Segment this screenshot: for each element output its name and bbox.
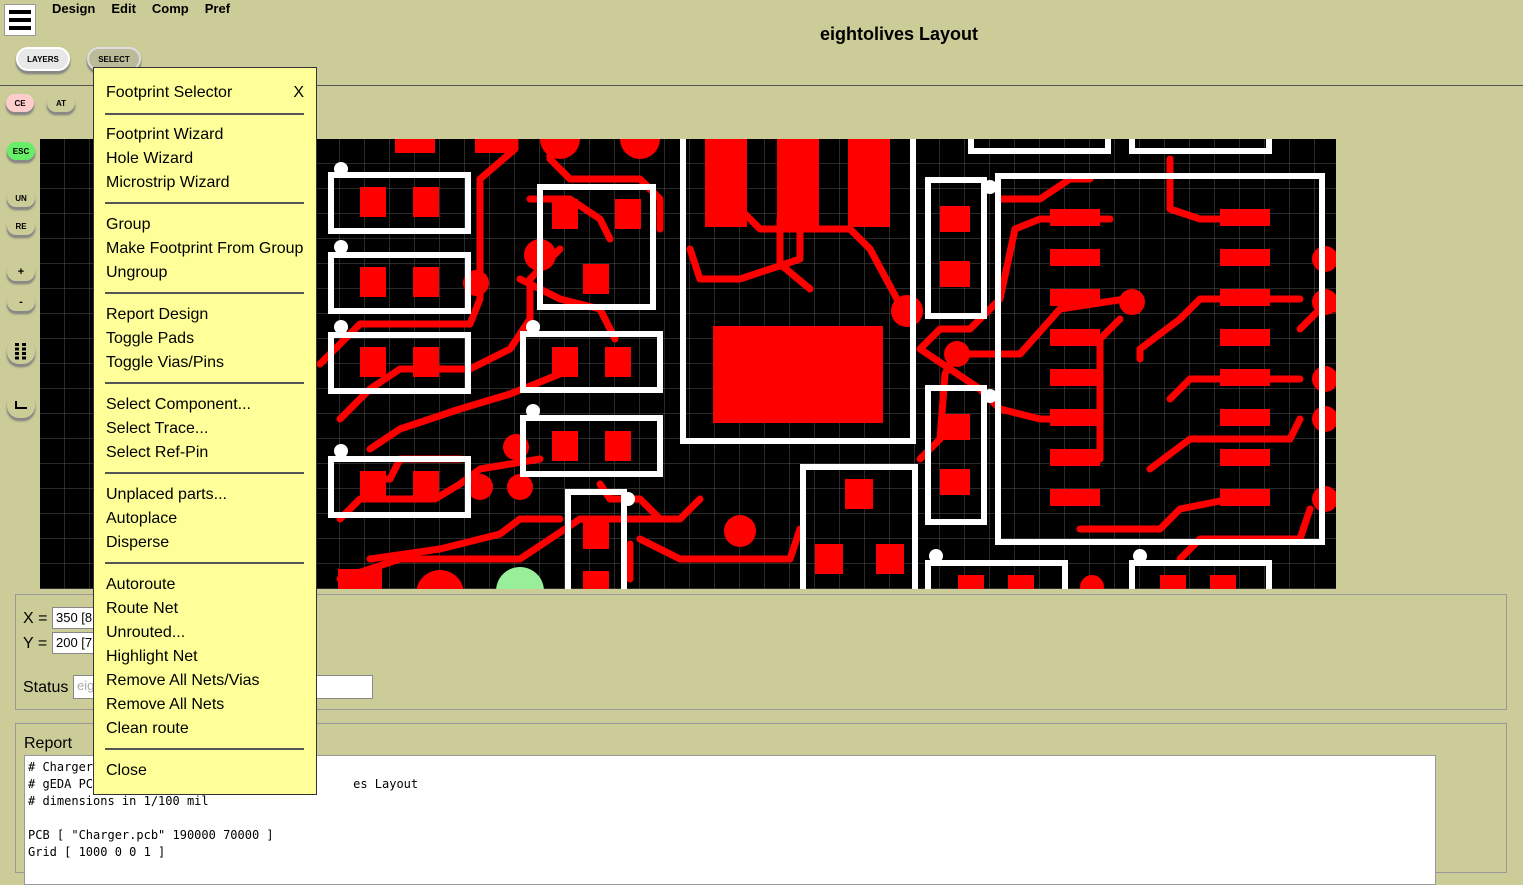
menu-edit[interactable]: Edit	[111, 1, 144, 16]
menu-item-clean-route[interactable]: Clean route	[106, 720, 189, 738]
menu-item-unrouted[interactable]: Unrouted...	[106, 624, 185, 642]
menu-separator	[105, 562, 304, 564]
menu-separator	[105, 113, 304, 115]
menu-item-microstrip-wizard[interactable]: Microstrip Wizard	[106, 174, 230, 192]
menu-design[interactable]: Design	[52, 1, 103, 16]
x-label: X =	[23, 610, 48, 627]
menu-item-select-trace[interactable]: Select Trace...	[106, 420, 208, 438]
corner-icon[interactable]	[7, 392, 35, 418]
undo-button[interactable]: UN	[7, 189, 35, 207]
grid-icon[interactable]	[7, 338, 35, 364]
zoom-in-button[interactable]: +	[7, 263, 35, 281]
menu-item-select-component[interactable]: Select Component...	[106, 396, 251, 414]
menu-item-close[interactable]: Close	[106, 762, 147, 780]
ce-button[interactable]: CE	[6, 94, 34, 112]
menu-item-disperse[interactable]: Disperse	[106, 534, 169, 552]
report-label: Report	[24, 735, 73, 752]
menu-item-footprint-wizard[interactable]: Footprint Wizard	[106, 126, 223, 144]
menu-item-ungroup[interactable]: Ungroup	[106, 264, 167, 282]
menu-item-toggle-vias-pins[interactable]: Toggle Vias/Pins	[106, 354, 224, 372]
menu-pref[interactable]: Pref	[205, 1, 238, 16]
menu-title: Footprint Selector	[106, 84, 233, 101]
report-line: Grid [ 1000 0 0 1 ]	[28, 845, 166, 859]
menu-separator	[105, 472, 304, 474]
redo-button[interactable]: RE	[7, 217, 35, 235]
menu-separator	[105, 202, 304, 204]
menu-item-group[interactable]: Group	[106, 216, 150, 234]
menu-close-button[interactable]: X	[293, 84, 304, 102]
at-button[interactable]: AT	[47, 94, 75, 112]
page-title: eightolives Layout	[819, 24, 979, 44]
menu-separator	[105, 292, 304, 294]
footprint-selector-menu: Footprint Selector X Footprint Wizard Ho…	[93, 67, 317, 795]
menu-item-autoroute[interactable]: Autoroute	[106, 576, 175, 594]
menubar: Design Edit Comp Pref	[52, 1, 246, 16]
y-label: Y =	[23, 635, 48, 652]
menu-item-hole-wizard[interactable]: Hole Wizard	[106, 150, 193, 168]
menu-item-route-net[interactable]: Route Net	[106, 600, 178, 618]
menu-item-autoplace[interactable]: Autoplace	[106, 510, 177, 528]
report-line: PCB [ "Charger.pcb" 190000 70000 ]	[28, 828, 274, 842]
menu-item-remove-all-nets-vias[interactable]: Remove All Nets/Vias	[106, 672, 260, 690]
menu-item-make-footprint-from-group[interactable]: Make Footprint From Group	[106, 240, 303, 258]
menu-item-select-ref-pin[interactable]: Select Ref-Pin	[106, 444, 208, 462]
menu-item-remove-all-nets[interactable]: Remove All Nets	[106, 696, 224, 714]
menu-item-highlight-net[interactable]: Highlight Net	[106, 648, 198, 666]
menu-separator	[105, 382, 304, 384]
layers-button[interactable]: LAYERS	[16, 47, 70, 71]
menu-item-unplaced-parts[interactable]: Unplaced parts...	[106, 486, 227, 504]
menu-separator	[105, 748, 304, 750]
report-line: # dimensions in 1/100 mil	[28, 794, 209, 808]
menu-item-toggle-pads[interactable]: Toggle Pads	[106, 330, 194, 348]
zoom-out-button[interactable]: -	[7, 293, 35, 311]
menu-item-report-design[interactable]: Report Design	[106, 306, 208, 324]
esc-button[interactable]: ESC	[7, 142, 35, 160]
menu-comp[interactable]: Comp	[152, 1, 197, 16]
status-label: Status	[23, 679, 69, 696]
report-line	[28, 810, 1432, 827]
